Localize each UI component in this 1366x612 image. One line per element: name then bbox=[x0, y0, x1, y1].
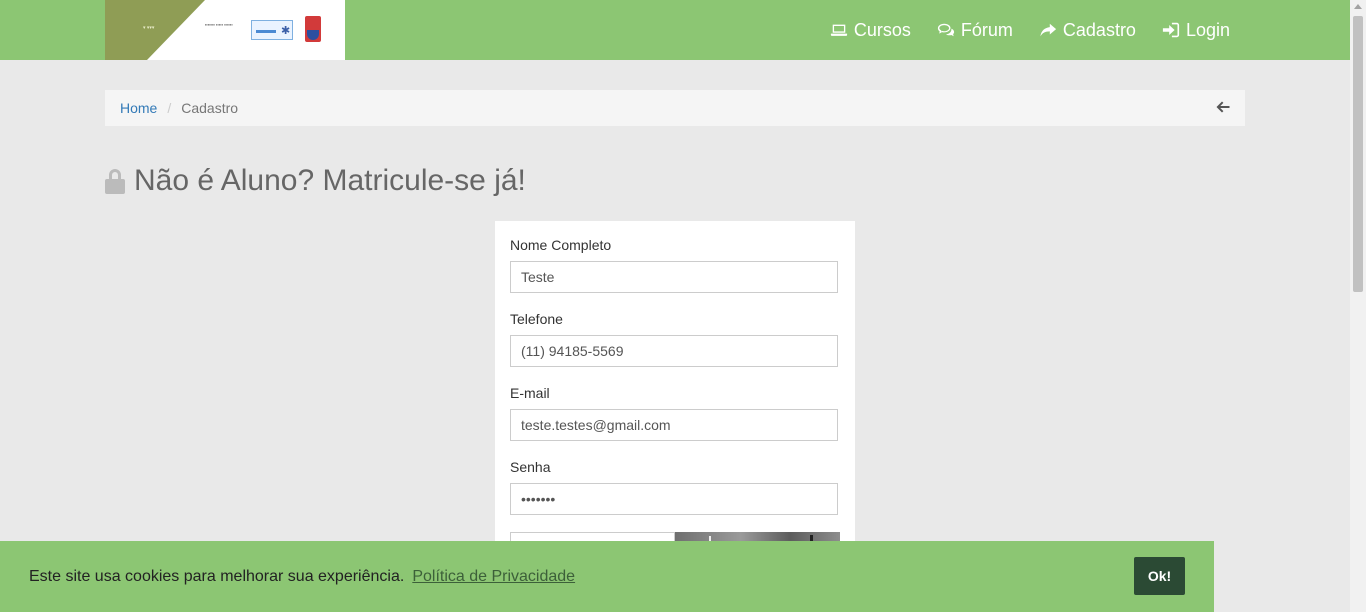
scroll-up-icon[interactable] bbox=[1354, 4, 1362, 9]
page-title-text: Não é Aluno? Matricule-se já! bbox=[134, 164, 526, 197]
registration-form: Nome Completo Telefone E-mail Senha bbox=[495, 221, 855, 581]
laptop-icon bbox=[830, 24, 847, 36]
name-field[interactable] bbox=[510, 261, 838, 293]
nav-cursos-label: Cursos bbox=[853, 19, 911, 40]
site-logo[interactable]: ▾ ▾▾▾ ▪▪▪▪▪▪▪ ▪▪▪▪▪ ▪▪▪▪▪▪ ✱ bbox=[105, 0, 345, 60]
lock-icon bbox=[105, 169, 125, 194]
nav-cadastro[interactable]: Cadastro bbox=[1039, 20, 1136, 41]
nav-forum-label: Fórum bbox=[960, 19, 1013, 40]
breadcrumb: Home / Cadastro bbox=[105, 90, 1245, 126]
share-icon bbox=[1040, 23, 1057, 37]
main-nav: Cursos Fórum Cadastro Login bbox=[830, 0, 1230, 60]
scrollbar-thumb[interactable] bbox=[1353, 16, 1363, 292]
email-field[interactable] bbox=[510, 409, 838, 441]
comments-icon bbox=[937, 23, 954, 37]
top-navbar: ▾ ▾▾▾ ▪▪▪▪▪▪▪ ▪▪▪▪▪ ▪▪▪▪▪▪ ✱ Cursos Fóru… bbox=[0, 0, 1350, 60]
cookie-ok-button[interactable]: Ok! bbox=[1134, 557, 1185, 595]
arrow-left-icon[interactable] bbox=[1215, 99, 1231, 115]
partner-star-icon: ✱ bbox=[281, 25, 291, 37]
cookie-banner: Este site usa cookies para melhorar sua … bbox=[0, 541, 1214, 612]
breadcrumb-separator: / bbox=[167, 100, 172, 116]
sign-in-icon bbox=[1162, 22, 1180, 38]
page-title: Não é Aluno? Matricule-se já! bbox=[104, 164, 526, 198]
nav-forum[interactable]: Fórum bbox=[937, 20, 1013, 41]
award-badge-icon bbox=[305, 16, 321, 42]
privacy-policy-link[interactable]: Política de Privacidade bbox=[412, 568, 575, 586]
nav-login-label: Login bbox=[1185, 19, 1230, 40]
nav-login[interactable]: Login bbox=[1162, 20, 1230, 41]
page-scrollbar[interactable] bbox=[1350, 0, 1366, 612]
cookie-message: Este site usa cookies para melhorar sua … bbox=[29, 567, 405, 585]
name-label: Nome Completo bbox=[510, 237, 612, 253]
nav-cadastro-label: Cadastro bbox=[1062, 19, 1136, 40]
password-label: Senha bbox=[510, 459, 551, 475]
logo-small-text: ▪▪▪▪▪▪▪ ▪▪▪▪▪ ▪▪▪▪▪▪ bbox=[205, 22, 233, 27]
email-label: E-mail bbox=[510, 385, 550, 401]
breadcrumb-current: Cadastro bbox=[181, 100, 239, 116]
nav-cursos[interactable]: Cursos bbox=[830, 20, 911, 41]
phone-field[interactable] bbox=[510, 335, 838, 367]
logo-olive-shape bbox=[105, 0, 205, 60]
breadcrumb-home-link[interactable]: Home bbox=[120, 100, 157, 116]
logo-mark: ▾ ▾▾▾ bbox=[143, 25, 155, 31]
phone-label: Telefone bbox=[510, 311, 563, 327]
password-field[interactable] bbox=[510, 483, 838, 515]
